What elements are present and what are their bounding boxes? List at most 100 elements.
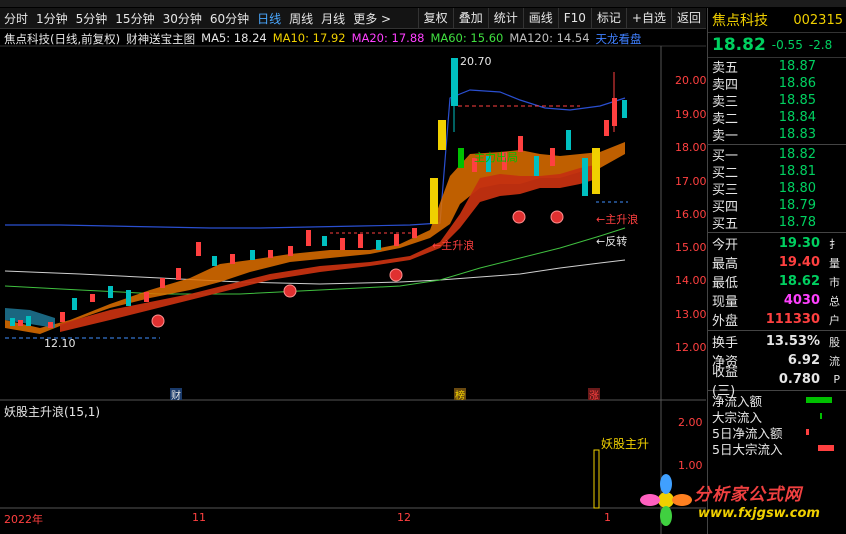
stat-value: 6.92: [787, 353, 820, 368]
period-tab-weekly[interactable]: 周线: [285, 10, 317, 27]
subchart-title[interactable]: 妖股主升浪(15,1): [4, 403, 100, 420]
bid-label: 买五: [712, 217, 739, 232]
marker-cai[interactable]: 财: [171, 387, 181, 402]
bid-price: 18.80: [778, 181, 816, 196]
flow-row: 5日大宗流入: [708, 440, 846, 457]
ask-list: 卖五 18.87 卖四 18.86 卖三 18.85 卖二 18.84 卖一 18.83: [708, 58, 846, 144]
current-price: 18.82: [712, 35, 766, 55]
zhuli-chuju-label: 主力出局: [474, 151, 518, 164]
stat-row: 最高 19.40 量: [708, 253, 846, 272]
stat-value: 111330: [765, 312, 820, 327]
period-tab-30min[interactable]: 30分钟: [159, 10, 206, 27]
stat-value: 18.62: [778, 274, 820, 289]
add-watchlist-button[interactable]: +自选: [625, 8, 671, 28]
mark-button[interactable]: 标记: [590, 8, 626, 28]
price-tick: 16.00: [675, 208, 707, 221]
period-tab-15min[interactable]: 15分钟: [111, 10, 158, 27]
stat-label: 换手: [712, 336, 739, 351]
fanzhuan-label: ←反转: [596, 235, 628, 248]
price-tick: 18.00: [675, 141, 707, 154]
period-tab-monthly[interactable]: 月线: [317, 10, 349, 27]
stats2-list: 换手 13.53% 股净资 6.92 流收益(三) 0.780 P: [708, 332, 846, 399]
date-tick: 12: [397, 511, 411, 524]
period-tab-daily[interactable]: 日线: [253, 10, 285, 27]
price-tick: 17.00: [675, 175, 707, 188]
stat-tail: 户: [829, 313, 840, 327]
f10-button[interactable]: F10: [557, 8, 591, 28]
period-tab-more[interactable]: 更多 >: [349, 10, 395, 27]
stat-row: 现量 4030 总: [708, 291, 846, 310]
price-tick: 12.00: [675, 341, 707, 354]
stat-value: 0.780: [778, 372, 820, 387]
back-button[interactable]: 返回: [670, 8, 706, 28]
stat-label: 最高: [712, 257, 739, 272]
ask-label: 卖一: [712, 129, 739, 144]
ask-row[interactable]: 卖三 18.85: [708, 92, 846, 110]
marker-zhang[interactable]: 涨: [589, 387, 599, 402]
date-tick: 11: [192, 511, 206, 524]
ask-row[interactable]: 卖一 18.83: [708, 126, 846, 144]
statistics-button[interactable]: 统计: [487, 8, 523, 28]
ask-price: 18.83: [778, 127, 816, 142]
stock-code: 002315: [793, 12, 843, 28]
ask-row[interactable]: 卖五 18.87: [708, 58, 846, 76]
draw-line-button[interactable]: 画线: [522, 8, 558, 28]
flow-bar: [806, 429, 809, 435]
stat-tail: 量: [829, 256, 840, 270]
stat-value: 19.40: [778, 255, 820, 270]
bid-row[interactable]: 买五 18.78: [708, 214, 846, 232]
stat-label: 现量: [712, 295, 739, 310]
fuquan-button[interactable]: 复权: [417, 8, 453, 28]
stat-value: 19.30: [778, 236, 820, 251]
period-tab-1min[interactable]: 1分钟: [32, 10, 72, 27]
stats-list: 今开 19.30 扌最高 19.40 量最低 18.62 市现量 4030 总外盘 111330 户: [708, 234, 846, 329]
ask-price: 18.85: [778, 93, 816, 108]
date-tick: 1: [604, 511, 611, 524]
divider: [708, 330, 846, 331]
kline-chart[interactable]: [0, 28, 706, 534]
flow-bar: [806, 397, 832, 403]
candles: [10, 58, 627, 328]
sub-tick: 2.00: [678, 416, 703, 429]
stat-tail: 总: [829, 294, 840, 308]
date-tick: 2022年: [4, 513, 43, 526]
price-tick: 19.00: [675, 108, 707, 121]
orange-ribbon: [5, 142, 625, 334]
stat-tail: 市: [829, 275, 840, 289]
overlay-button[interactable]: 叠加: [452, 8, 488, 28]
watermark-text: 分析家公式网: [694, 485, 802, 505]
ask-row[interactable]: 卖四 18.86: [708, 75, 846, 93]
ask-price: 18.86: [778, 76, 816, 91]
bid-row[interactable]: 买四 18.79: [708, 197, 846, 215]
flow-list: 净流入额 大宗流入 5日净流入额 5日大宗流入: [708, 392, 846, 457]
period-tab-5min[interactable]: 5分钟: [72, 10, 112, 27]
panel-header: 焦点科技 002315: [708, 8, 846, 33]
bid-row[interactable]: 买一 18.82: [708, 146, 846, 164]
watermark-logo: 分析家公式网 www.fxjgsw.com: [638, 470, 838, 530]
bid-price: 18.79: [778, 198, 816, 213]
price-change: -0.55: [771, 38, 803, 52]
stat-tail: 流: [829, 354, 840, 368]
price-tick: 15.00: [675, 241, 707, 254]
stat-tail: 扌: [829, 237, 840, 251]
bid-price: 18.81: [778, 164, 816, 179]
marker-bang[interactable]: 榜: [455, 387, 465, 402]
stat-row: 收益(三) 0.780 P: [708, 365, 846, 399]
stat-row: 今开 19.30 扌: [708, 234, 846, 253]
price-tick: 13.00: [675, 308, 707, 321]
stat-tail: 股: [829, 335, 840, 349]
flow-label: 5日大宗流入: [712, 441, 783, 457]
stat-row: 最低 18.62 市: [708, 272, 846, 291]
bid-row[interactable]: 买二 18.81: [708, 163, 846, 181]
stat-label: 最低: [712, 276, 739, 291]
ask-row[interactable]: 卖二 18.84: [708, 109, 846, 127]
period-tab-60min[interactable]: 60分钟: [206, 10, 253, 27]
period-tab-fenshi[interactable]: 分时: [0, 10, 32, 27]
flower-icon: [640, 474, 692, 526]
bid-row[interactable]: 买三 18.80: [708, 180, 846, 198]
bid-list: 买一 18.82 买二 18.81 买三 18.80 买四 18.79 买五 18.78: [708, 146, 846, 232]
price-tick: 14.00: [675, 274, 707, 287]
stat-value: 13.53%: [765, 334, 820, 349]
quote-row: 18.82 -0.55 -2.8: [708, 33, 846, 58]
flow-bar: [820, 413, 822, 419]
